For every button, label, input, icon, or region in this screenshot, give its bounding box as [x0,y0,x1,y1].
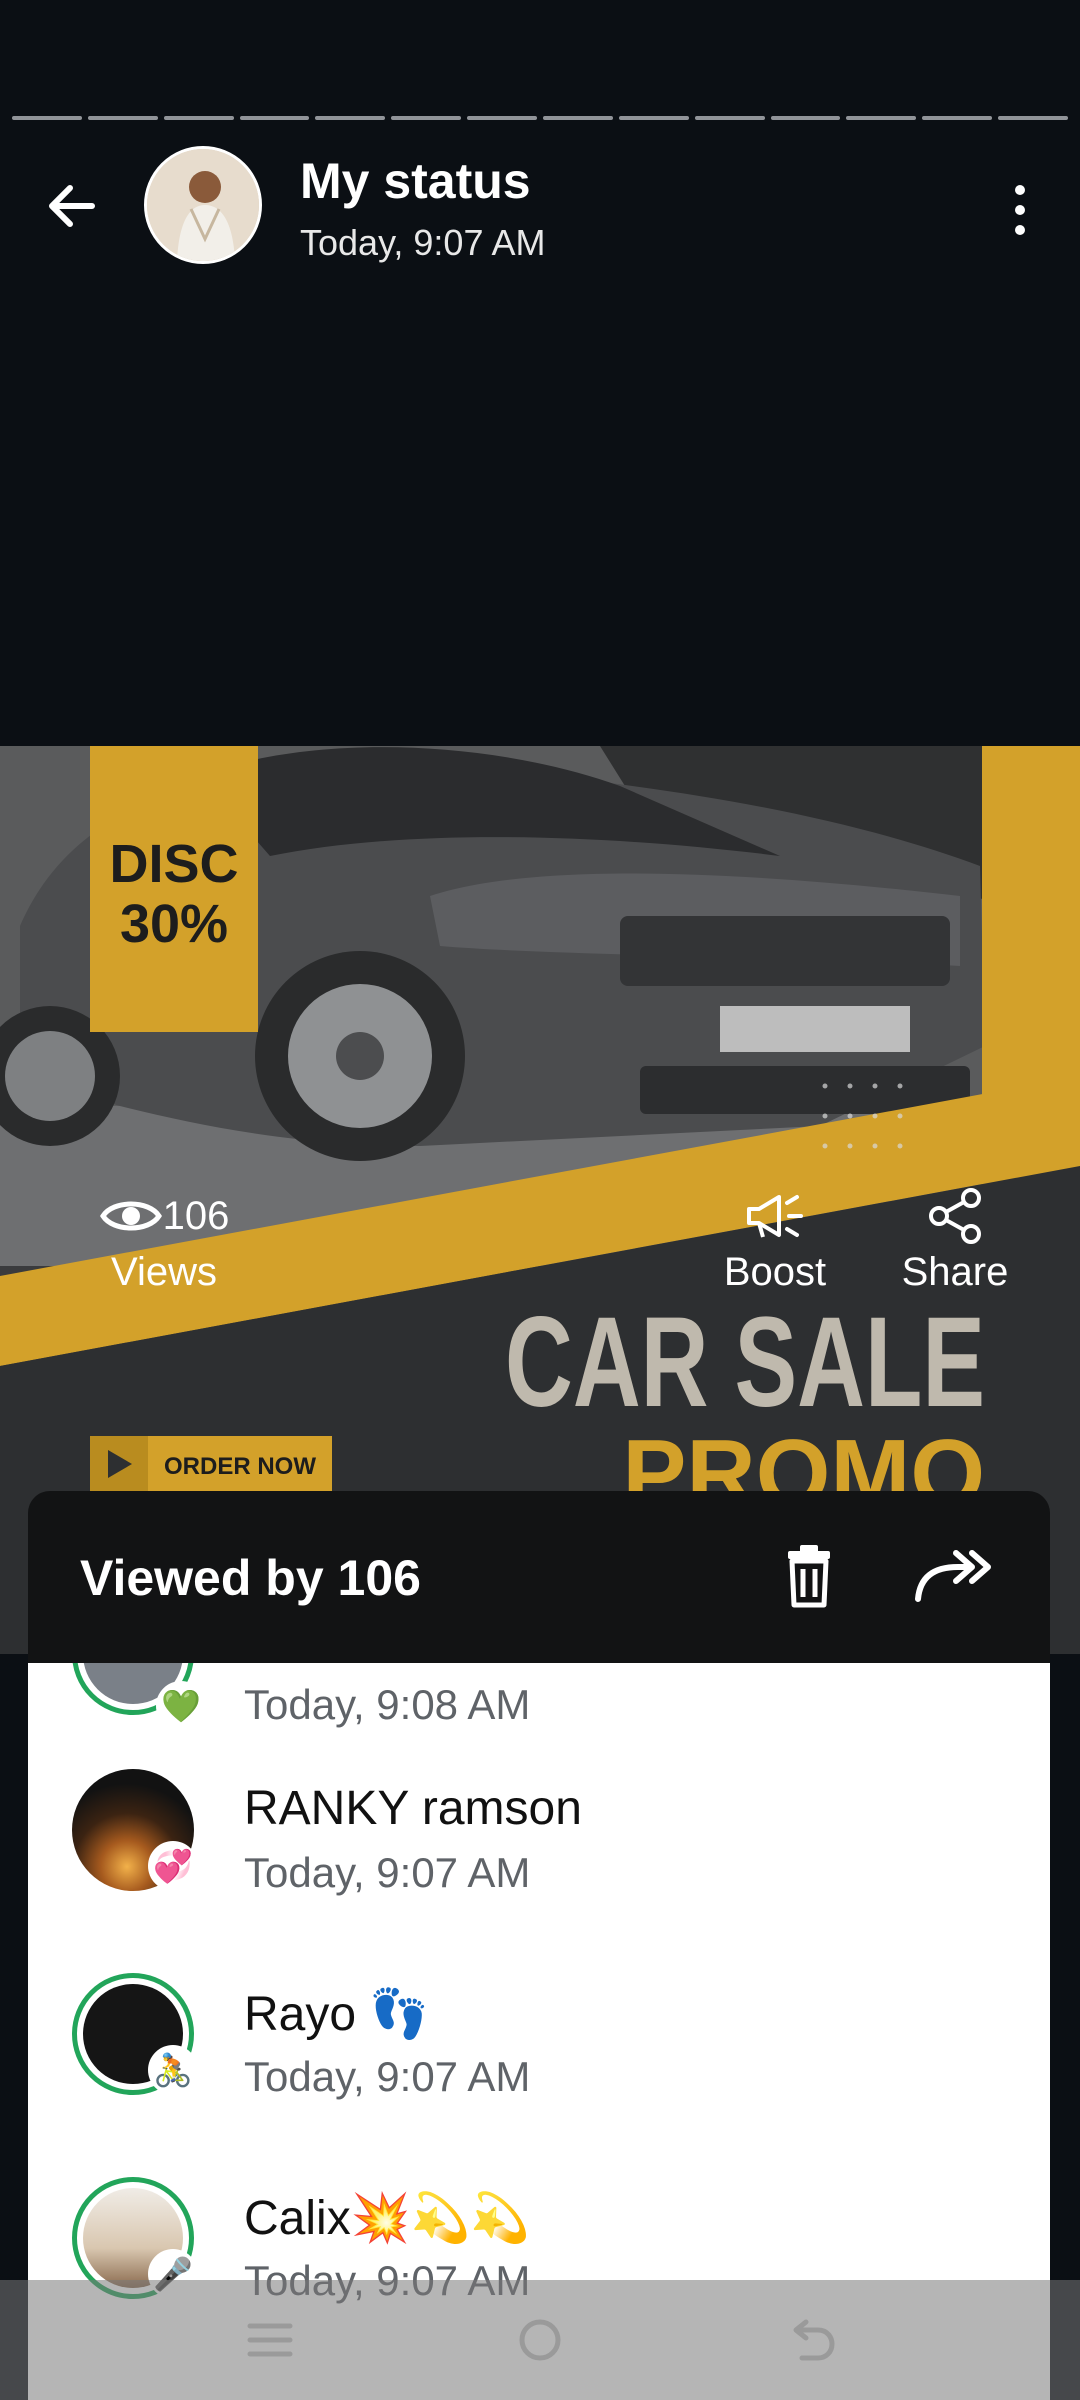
viewer-name: Rayo 👣 [244,1988,430,2041]
viewed-by-title: Viewed by 106 [80,1550,421,1606]
eye-icon [99,1201,162,1231]
progress-segment [391,116,462,120]
views-stat[interactable]: 106 Views [74,1186,254,1295]
share-icon [929,1188,981,1244]
back-arrow-icon[interactable] [36,170,108,242]
badge-line1: DISC [109,834,238,894]
back-nav-icon[interactable] [780,2310,840,2370]
viewer-emoji-badge: 💞 [148,1841,198,1891]
status-stats: 106 Views Boost Share [0,1186,1080,1306]
views-count: 106 [162,1193,230,1238]
viewer-row[interactable]: 🚴 Rayo 👣 Today, 9:07 AM [28,1961,1050,2165]
progress-segment [998,116,1069,120]
viewer-time: Today, 9:08 AM [244,1681,531,1728]
status-timestamp: Today, 9:07 AM [300,222,546,263]
progress-segment [543,116,613,120]
page-title: My status [300,153,531,209]
progress-segment [694,116,765,120]
status-header: My status Today, 9:07 AM [0,140,1080,270]
megaphone-icon [747,1195,803,1238]
progress-segment [163,116,234,120]
views-label: Views [111,1250,217,1294]
badge-line2: 30% [120,894,228,954]
order-now-label: ORDER NOW [164,1453,316,1480]
forward-icon[interactable] [908,1539,998,1613]
share-button[interactable]: Share [880,1186,1030,1295]
viewers-sheet-header: Viewed by 106 [28,1491,1050,1663]
progress-segment [87,116,158,120]
progress-segment [315,116,386,120]
share-label: Share [901,1250,1009,1294]
progress-segment [846,116,917,120]
boost-button[interactable]: Boost [700,1186,850,1295]
viewer-row[interactable]: 💚 Today, 9:08 AM [28,1663,1050,1757]
progress-segment [922,116,993,120]
viewer-time: Today, 9:07 AM [244,2053,531,2100]
viewer-emoji-badge: 🚴 [148,2045,198,2095]
recent-apps-icon[interactable] [240,2310,300,2370]
viewer-row[interactable]: 💞 RANKY ramson Today, 9:07 AM [28,1757,1050,1961]
progress-segment [239,116,310,120]
viewer-name: RANKY ramson [244,1782,582,1835]
progress-segment [467,116,538,120]
viewer-time: Today, 9:07 AM [244,1849,531,1896]
boost-label: Boost [723,1250,827,1294]
viewer-name: Calix💥💫💫 [244,2192,530,2245]
system-nav-bar [0,2280,1080,2400]
home-icon[interactable] [510,2310,570,2370]
progress-segment [770,116,841,120]
my-avatar[interactable] [144,146,262,264]
promo-headline: CAR SALE [505,1291,985,1434]
progress-segment [12,116,82,120]
status-progress-bar [12,116,1069,120]
viewer-emoji-badge: 💚 [156,1681,206,1731]
progress-segment [618,116,689,120]
more-options-icon[interactable] [1000,180,1040,240]
avatar-photo-icon [147,149,259,261]
delete-icon[interactable] [772,1539,846,1613]
